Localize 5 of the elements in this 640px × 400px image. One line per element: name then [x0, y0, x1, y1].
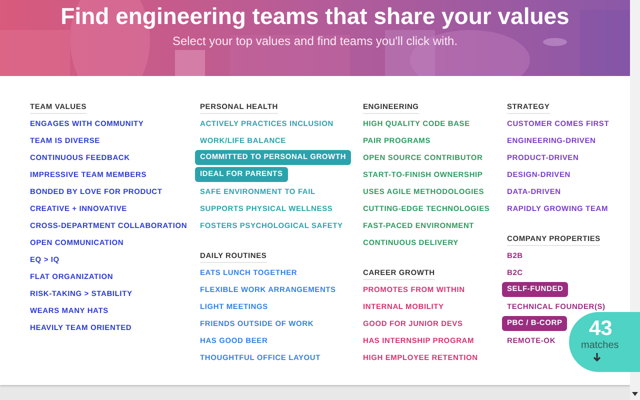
matches-button[interactable]: 43 matches: [569, 312, 640, 372]
page-subtitle: Select your top values and find teams you'll click with.: [172, 34, 458, 48]
scroll-down-icon[interactable]: [632, 392, 638, 396]
arrow-down-icon: [593, 353, 601, 362]
page-title: Find engineering teams that share your values: [60, 2, 570, 31]
